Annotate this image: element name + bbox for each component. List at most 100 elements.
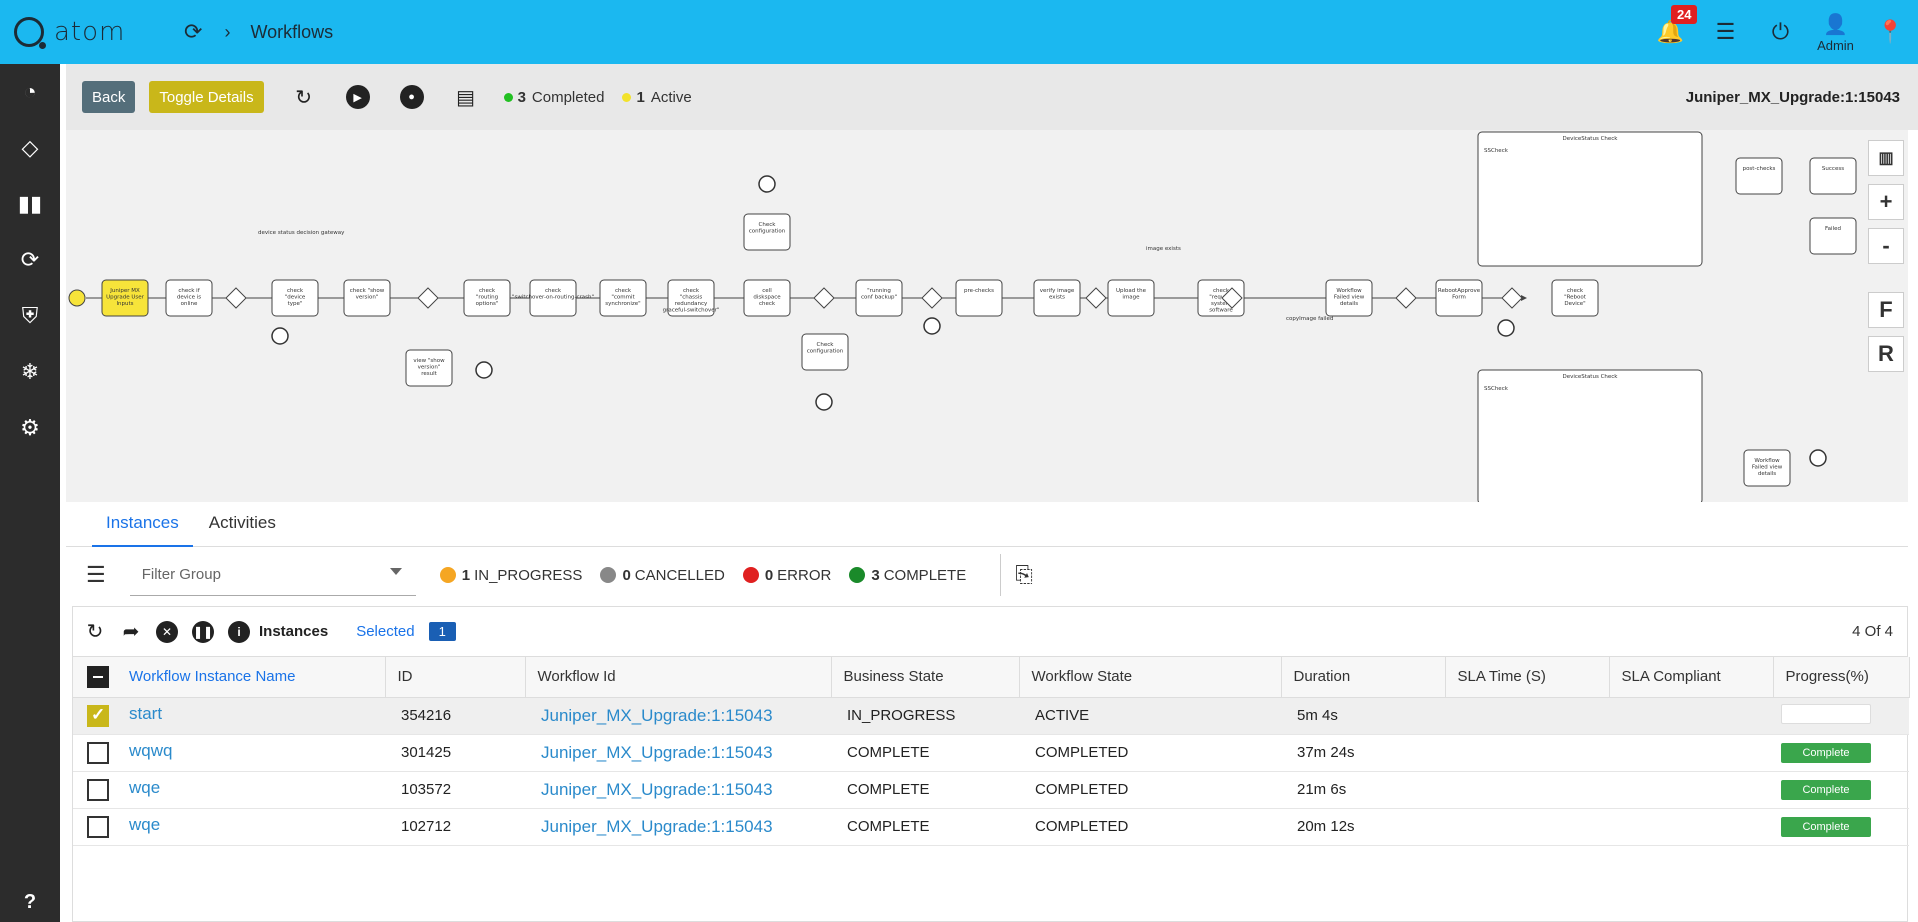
start-event[interactable]	[68, 289, 86, 307]
bpmn-gateway[interactable]	[417, 287, 439, 309]
logo[interactable]: atom	[14, 17, 164, 49]
filter-icon[interactable]: ☰	[86, 562, 106, 588]
refresh-icon[interactable]: ↻	[290, 83, 318, 111]
bpmn-task[interactable]: view "showversion"result	[405, 349, 453, 387]
fit-button[interactable]: F	[1868, 292, 1904, 328]
back-button[interactable]: Back	[82, 81, 136, 113]
bpmn-gateway[interactable]	[1501, 287, 1523, 309]
filter-group-select[interactable]: Filter Group	[129, 554, 416, 596]
bpmn-end-event[interactable]	[923, 317, 941, 335]
user-menu[interactable]: 👤 Admin	[1808, 12, 1863, 53]
col-sla-time[interactable]: SLA Time (S)	[1445, 657, 1610, 698]
workflow-id-link[interactable]: Juniper_MX_Upgrade:1:15043	[541, 706, 773, 725]
info-icon[interactable]: i	[225, 618, 253, 646]
bpmn-end-event[interactable]	[271, 327, 289, 345]
bpmn-task[interactable]: check"commitsynchronize"	[599, 279, 647, 317]
forward-icon[interactable]: ➦	[117, 618, 145, 646]
zoom-out-button[interactable]: -	[1868, 228, 1904, 264]
col-workflow-state[interactable]: Workflow State	[1019, 657, 1282, 698]
bpmn-task[interactable]: check"chassisredundancygraceful-switchov…	[663, 279, 720, 317]
bpmn-task[interactable]: Juniper MXUpgrade UserInputs	[101, 279, 149, 317]
instance-name-link[interactable]: wqwq	[129, 741, 172, 760]
notifications-button[interactable]: 🔔 24	[1643, 5, 1698, 45]
sidebar-item-dashboard[interactable]: ◔	[0, 64, 60, 120]
bpmn-end-event[interactable]	[815, 393, 833, 411]
col-progress[interactable]: Progress(%)	[1773, 657, 1910, 698]
col-sla-compliant[interactable]: SLA Compliant	[1609, 657, 1774, 698]
sidebar-item-settings[interactable]: ⚙	[0, 400, 60, 456]
bpmn-task[interactable]: celldiskspacecheck	[743, 279, 791, 317]
bpmn-task[interactable]: WorkflowFailed viewdetails	[1743, 449, 1791, 487]
tab-activities[interactable]: Activities	[195, 502, 290, 547]
bpmn-gateway[interactable]	[921, 287, 943, 309]
bpmn-task[interactable]: "runningconf backup"	[855, 279, 903, 317]
bpmn-task[interactable]: check"switchover-on-routing-crash"	[512, 279, 594, 317]
sidebar-item-reports[interactable]: ▮▮	[0, 176, 60, 232]
reset-button[interactable]: R	[1868, 336, 1904, 372]
sidebar-item-devices[interactable]: ◇	[0, 120, 60, 176]
sidebar-item-workflow[interactable]: ⟳	[0, 232, 60, 288]
bpmn-gateway[interactable]	[813, 287, 835, 309]
col-id[interactable]: ID	[385, 657, 526, 698]
workflow-id-link[interactable]: Juniper_MX_Upgrade:1:15043	[541, 817, 773, 836]
bpmn-canvas[interactable]: Juniper MXUpgrade UserInputs check ifdevi…	[66, 130, 1866, 502]
instance-name-link[interactable]: wqe	[129, 778, 160, 797]
map-toggle-button[interactable]: ▥	[1868, 140, 1904, 176]
bpmn-end-event[interactable]	[758, 175, 776, 193]
col-duration[interactable]: Duration	[1281, 657, 1446, 698]
bpmn-task[interactable]: Upload theimage	[1107, 279, 1155, 317]
workflow-icon[interactable]: ⟳	[184, 19, 202, 45]
location-button[interactable]: 📍	[1863, 19, 1918, 45]
bpmn-end-event[interactable]	[1809, 449, 1827, 467]
instance-name-link[interactable]: start	[129, 704, 162, 723]
row-checkbox[interactable]	[87, 778, 109, 801]
table-row[interactable]: start 354216 Juniper_MX_Upgrade:1:15043 …	[73, 697, 1909, 735]
row-checkbox[interactable]	[87, 741, 109, 764]
bpmn-task[interactable]: check"devicetype"	[271, 279, 319, 317]
status-count-in-progress[interactable]: 1 IN_PROGRESS	[439, 567, 582, 584]
col-business-state[interactable]: Business State	[831, 657, 1020, 698]
bpmn-task[interactable]: WorkflowFailed viewdetails	[1325, 279, 1373, 317]
bpmn-task[interactable]: check ifdevice isonline	[165, 279, 213, 317]
bpmn-task[interactable]: RebootApproveForm	[1435, 279, 1483, 317]
zoom-in-button[interactable]: +	[1868, 184, 1904, 220]
status-count-error[interactable]: 0 ERROR	[742, 567, 831, 584]
status-count-cancelled[interactable]: 0 CANCELLED	[600, 567, 725, 584]
bpmn-gateway[interactable]	[1085, 287, 1107, 309]
bpmn-task[interactable]: Checkconfiguration	[801, 333, 849, 371]
playlist-button[interactable]: ▤	[452, 83, 480, 111]
bpmn-task[interactable]: Failed	[1809, 217, 1857, 255]
tab-instances[interactable]: Instances	[92, 502, 193, 547]
refresh-icon[interactable]: ↻	[81, 618, 109, 646]
bpmn-gateway[interactable]	[1395, 287, 1417, 309]
bpmn-task[interactable]: verify imageexists	[1033, 279, 1081, 317]
bpmn-task[interactable]: post-checks	[1735, 157, 1783, 195]
bpmn-task[interactable]: check"RebootDevice"	[1551, 279, 1599, 317]
toggle-details-button[interactable]: Toggle Details	[149, 81, 264, 113]
power-button[interactable]: ⏻	[1753, 19, 1808, 45]
bpmn-end-event[interactable]	[475, 361, 493, 379]
cancel-button[interactable]: ✕	[153, 618, 181, 646]
bpmn-task[interactable]: pre-checks	[955, 279, 1003, 317]
col-workflow-id[interactable]: Workflow Id	[525, 657, 832, 698]
bpmn-gateway[interactable]	[225, 287, 247, 309]
row-checkbox[interactable]	[87, 815, 109, 838]
col-instance-name[interactable]: Workflow Instance Name	[73, 657, 386, 698]
status-count-complete[interactable]: 3 COMPLETE	[849, 567, 966, 584]
bpmn-diagram[interactable]: Juniper MX Upgrade User Inputs check if devi…	[66, 130, 1908, 502]
select-all-checkbox[interactable]	[87, 665, 109, 688]
pause-button[interactable]: ❚❚	[189, 618, 217, 646]
export-icon[interactable]: ⎘	[1015, 562, 1033, 588]
bpmn-end-event[interactable]	[1497, 319, 1515, 337]
table-row[interactable]: wqe 103572 Juniper_MX_Upgrade:1:15043 CO…	[73, 771, 1909, 809]
row-checkbox[interactable]	[87, 704, 109, 727]
sidebar-item-snowflake[interactable]: ❄	[0, 344, 60, 400]
table-row[interactable]: wqe 102712 Juniper_MX_Upgrade:1:15043 CO…	[73, 808, 1909, 846]
bpmn-task[interactable]: check"routingoptions"	[463, 279, 511, 317]
bpmn-task[interactable]: check "showversion"	[343, 279, 391, 317]
table-row[interactable]: wqwq 301425 Juniper_MX_Upgrade:1:15043 C…	[73, 734, 1909, 772]
record-button[interactable]: ●	[398, 83, 426, 111]
subprocess-device-status-bottom[interactable]	[1477, 369, 1703, 502]
bpmn-task[interactable]: Checkconfiguration	[743, 213, 791, 251]
server-list-button[interactable]: ☰	[1698, 19, 1753, 45]
